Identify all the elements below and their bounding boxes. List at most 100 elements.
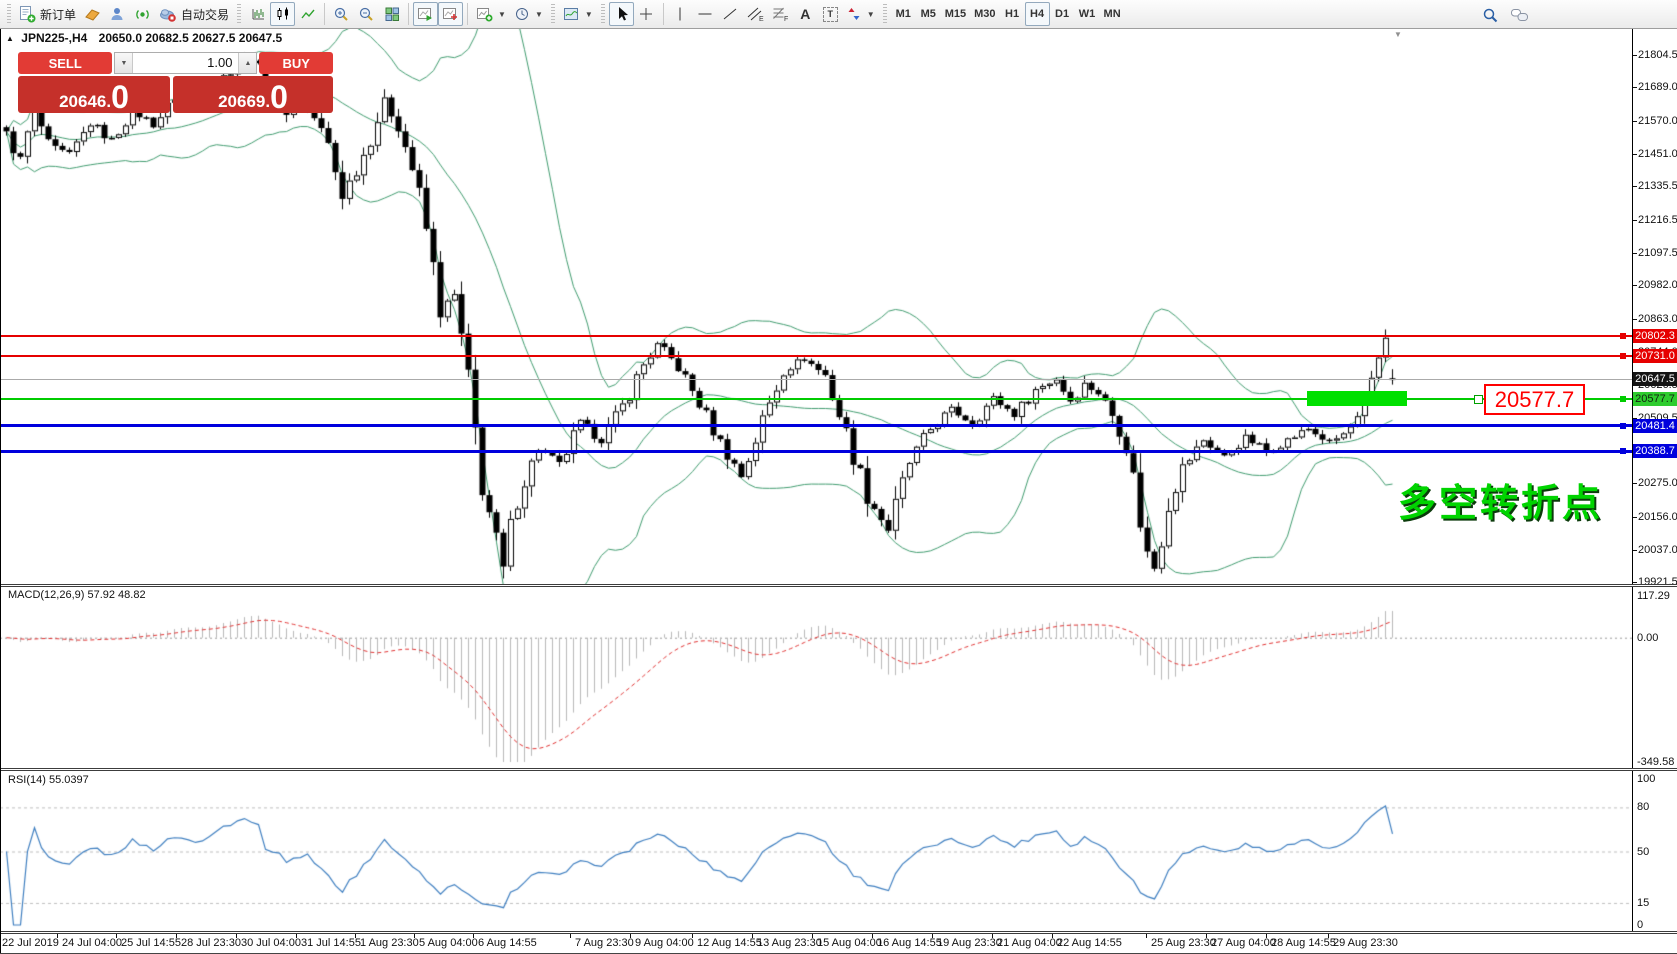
- volume-input[interactable]: 1.00: [133, 53, 238, 73]
- time-axis-label: 6 Aug 14:55: [478, 937, 537, 949]
- new-chart-icon: [476, 6, 493, 22]
- text-a-icon: A: [800, 7, 810, 21]
- clock-icon: [514, 6, 530, 22]
- price-tick-label: 21804.5: [1638, 49, 1677, 61]
- price-tick-label: 20275.0: [1638, 477, 1677, 489]
- toolbar: 新订单 自动交易: [0, 0, 1677, 29]
- macd-scale-label: 117.29: [1637, 590, 1670, 602]
- buy-button[interactable]: BUY: [259, 52, 333, 74]
- sell-price[interactable]: 20646.0: [18, 76, 170, 113]
- chat-button[interactable]: [1506, 3, 1533, 27]
- time-axis-label: 13 Aug 23:30: [757, 937, 822, 949]
- text-button[interactable]: A: [793, 2, 818, 26]
- open-account-button[interactable]: [105, 2, 130, 26]
- toolbar-grip[interactable]: [7, 4, 11, 24]
- line-anchor-handle[interactable]: [1620, 448, 1626, 454]
- signals-button[interactable]: [130, 2, 155, 26]
- rsi-scale-label: 0: [1637, 919, 1643, 931]
- time-axis-label: 12 Aug 14:55: [697, 937, 762, 949]
- timeframe-h4-button[interactable]: H4: [1025, 2, 1050, 26]
- autotrading-button[interactable]: 自动交易: [155, 2, 233, 26]
- crosshair-icon: [638, 6, 654, 22]
- price-callout-box[interactable]: 20577.7: [1484, 384, 1585, 415]
- chart-shift-button[interactable]: [438, 2, 463, 26]
- price-badge-20731.0: 20731.0: [1633, 349, 1677, 363]
- horizontal-line-button[interactable]: [693, 2, 718, 26]
- market-button[interactable]: [80, 2, 105, 26]
- pane-separator: [0, 931, 1677, 934]
- time-axis-label: 7 Aug 23:30: [575, 937, 634, 949]
- vertical-line-button[interactable]: [668, 2, 693, 26]
- time-tick-mark: [932, 934, 933, 938]
- line-chart-button[interactable]: [295, 2, 320, 26]
- volume-decrease-button[interactable]: ▼: [115, 53, 133, 73]
- auto-scroll-button[interactable]: [413, 2, 438, 26]
- text-label-button[interactable]: T: [818, 2, 843, 26]
- bar-chart-button[interactable]: [245, 2, 270, 26]
- green-line-handle[interactable]: [1474, 395, 1483, 404]
- line-anchor-handle[interactable]: [1620, 333, 1626, 339]
- price-tick-label: 20982.0: [1638, 279, 1677, 291]
- fibonacci-button[interactable]: F: [768, 2, 793, 26]
- pane-separator[interactable]: [0, 584, 1677, 587]
- horizontal-line-20731[interactable]: [0, 355, 1632, 357]
- auto-scroll-icon: [417, 6, 434, 22]
- line-anchor-handle[interactable]: [1620, 423, 1626, 429]
- time-tick-mark: [872, 934, 873, 938]
- timeframe-m5-button[interactable]: M5: [916, 2, 941, 26]
- search-button[interactable]: [1478, 3, 1503, 27]
- toolbar-grip[interactable]: [601, 4, 605, 24]
- indicators-button[interactable]: ▼: [559, 2, 597, 26]
- new-order-button[interactable]: 新订单: [15, 2, 80, 26]
- horizontal-line-20481.4[interactable]: [0, 424, 1632, 427]
- toolbar-grip[interactable]: [551, 4, 555, 24]
- timeframe-d1-button[interactable]: D1: [1050, 2, 1075, 26]
- new-order-icon: [19, 6, 36, 23]
- cursor-arrow-icon: [614, 6, 629, 22]
- chart-annotation-text[interactable]: 多空转折点: [1398, 472, 1603, 527]
- equidistant-channel-button[interactable]: E: [743, 2, 768, 26]
- support-zone-rectangle[interactable]: [1307, 391, 1407, 406]
- toolbar-grip[interactable]: [883, 4, 887, 24]
- mt4-window: 新订单 自动交易: [0, 0, 1677, 954]
- timeframe-m1-button[interactable]: M1: [891, 2, 916, 26]
- timeframe-m15-button[interactable]: M15: [941, 2, 970, 26]
- line-anchor-handle[interactable]: [1620, 353, 1626, 359]
- horizontal-line-20388.7[interactable]: [0, 450, 1632, 453]
- line-anchor-handle[interactable]: [1620, 396, 1626, 402]
- time-axis-label: 22 Aug 14:55: [1057, 937, 1122, 949]
- pane-separator[interactable]: [0, 768, 1677, 771]
- timeframe-mn-button[interactable]: MN: [1100, 2, 1125, 26]
- volume-increase-button[interactable]: ▲: [238, 53, 256, 73]
- tile-windows-button[interactable]: [379, 2, 404, 26]
- arrows-button[interactable]: ▼: [843, 2, 879, 26]
- toolbar-grip[interactable]: [237, 4, 241, 24]
- sell-button[interactable]: SELL: [18, 52, 112, 74]
- price-tick-label: 20156.0: [1638, 511, 1677, 523]
- timeframe-m30-button[interactable]: M30: [970, 2, 999, 26]
- zoom-in-button[interactable]: [329, 2, 354, 26]
- timeframe-h1-button[interactable]: H1: [1000, 2, 1025, 26]
- symbol-period-label: JPN225-,H4: [21, 31, 87, 45]
- zoom-out-button[interactable]: [354, 2, 379, 26]
- collapse-arrow-icon[interactable]: ▲: [6, 34, 14, 43]
- horizontal-line-20647.5[interactable]: [0, 379, 1632, 380]
- chart-title: ▲ JPN225-,H4 20650.0 20682.5 20627.5 206…: [6, 31, 282, 45]
- zoom-in-icon: [333, 6, 350, 23]
- time-axis-label: 31 Jul 14:55: [301, 937, 361, 949]
- buy-price[interactable]: 20669.0: [173, 76, 333, 113]
- cursor-button[interactable]: [609, 2, 634, 26]
- trendline-button[interactable]: [718, 2, 743, 26]
- macd-pane-canvas[interactable]: [0, 588, 1632, 768]
- time-axis-label: 28 Jul 23:30: [181, 937, 241, 949]
- rsi-pane-canvas[interactable]: [0, 772, 1632, 931]
- time-tick-mark: [296, 934, 297, 938]
- candlestick-chart-button[interactable]: [270, 2, 295, 26]
- profiles-button[interactable]: ▼: [510, 2, 547, 26]
- price-tick-label: 21451.0: [1638, 148, 1677, 160]
- svg-text:F: F: [784, 16, 788, 22]
- crosshair-button[interactable]: [634, 2, 659, 26]
- timeframe-w1-button[interactable]: W1: [1075, 2, 1100, 26]
- new-chart-button[interactable]: ▼: [472, 2, 510, 26]
- horizontal-line-20802.3[interactable]: [0, 335, 1632, 337]
